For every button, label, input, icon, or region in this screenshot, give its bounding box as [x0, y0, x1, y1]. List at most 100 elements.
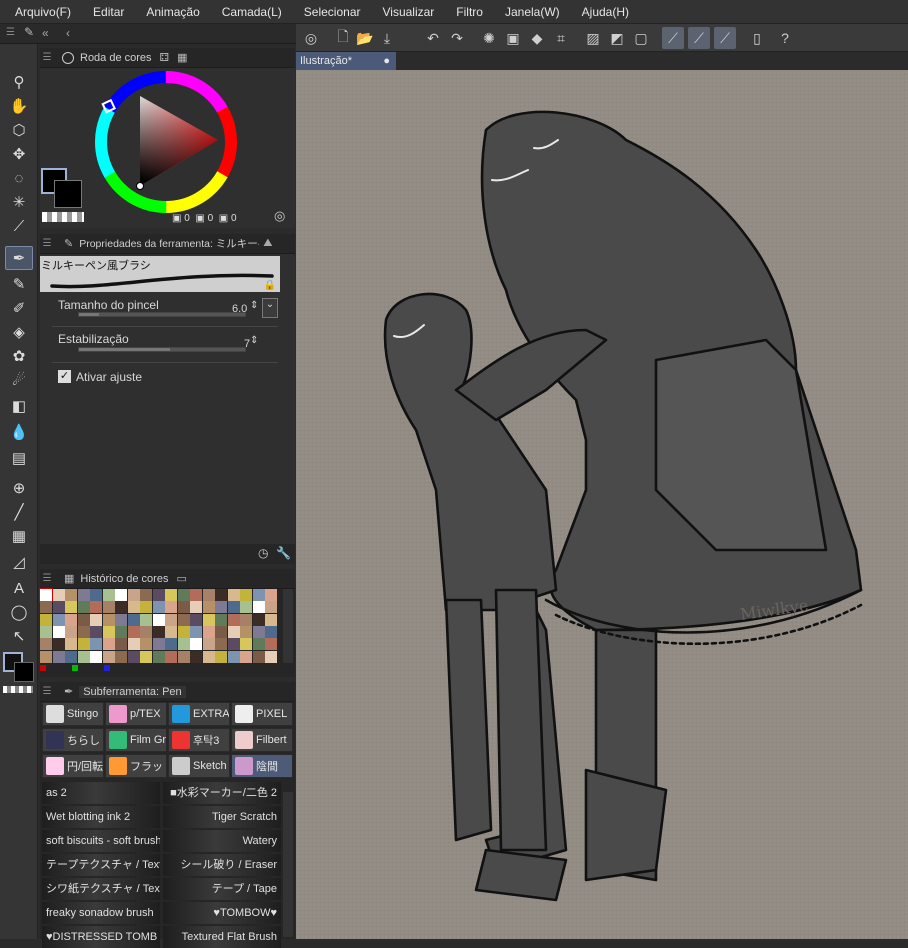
- pencil-icon[interactable]: ✎: [5, 272, 33, 296]
- color-swatch[interactable]: [140, 625, 152, 638]
- color-swatch[interactable]: [40, 625, 52, 638]
- color-swatch[interactable]: [252, 625, 265, 638]
- color-swatch[interactable]: [65, 601, 77, 614]
- subtool-tab-label[interactable]: Subferramenta: Pen: [79, 685, 186, 698]
- color-swatch[interactable]: [152, 601, 165, 614]
- color-swatch[interactable]: [265, 638, 277, 651]
- correct-line-icon[interactable]: ↖: [5, 624, 33, 648]
- color-wheel-tab-label[interactable]: Roda de cores: [80, 52, 152, 64]
- color-swatch[interactable]: [202, 601, 215, 614]
- color-swatch[interactable]: [65, 650, 77, 663]
- color-swatch[interactable]: [165, 625, 177, 638]
- color-swatch[interactable]: [227, 589, 240, 601]
- color-swatch[interactable]: [227, 613, 240, 626]
- subtool-group-button[interactable]: フラット: [105, 754, 167, 778]
- grip-icon[interactable]: ☰: [40, 238, 54, 249]
- brush-row[interactable]: テープテクスチャ / Textur: [42, 854, 160, 876]
- color-swatch[interactable]: [52, 650, 65, 663]
- menu-window[interactable]: Janela(W): [494, 0, 571, 24]
- color-swatch[interactable]: [52, 589, 65, 601]
- color-swatch[interactable]: [177, 650, 190, 663]
- blend-icon[interactable]: 💧: [5, 420, 33, 444]
- sub-color-box[interactable]: [54, 180, 82, 208]
- color-swatch[interactable]: [215, 589, 227, 601]
- color-swatch[interactable]: [52, 613, 65, 626]
- lasso-icon[interactable]: ◌: [5, 166, 33, 190]
- color-swatch[interactable]: [90, 650, 102, 663]
- subtool-group-button[interactable]: 후탁3: [168, 728, 230, 752]
- close-dot-icon[interactable]: ●: [383, 52, 390, 70]
- color-swatch[interactable]: [127, 650, 140, 663]
- canvas[interactable]: Miwlkye: [296, 70, 908, 939]
- color-swatch[interactable]: [102, 589, 115, 601]
- subtool-group-button[interactable]: EXTRA: [168, 702, 230, 726]
- brush-preview[interactable]: ミルキーペン風ブラシ 🔒: [40, 256, 280, 292]
- stopwatch-icon[interactable]: ◷: [258, 546, 268, 560]
- hatch-icon[interactable]: ▨: [582, 27, 604, 49]
- color-swatch[interactable]: [177, 589, 190, 601]
- color-swatch[interactable]: [65, 638, 77, 651]
- wrench-settings-icon[interactable]: 🔧: [276, 546, 291, 560]
- color-swatch[interactable]: [215, 625, 227, 638]
- color-swatch[interactable]: [65, 625, 77, 638]
- brush-row[interactable]: ♥DISTRESSED TOMB: [42, 926, 160, 948]
- eraser-icon[interactable]: ◧: [5, 394, 33, 418]
- color-swatch[interactable]: [190, 638, 202, 651]
- color-swatch[interactable]: [40, 613, 52, 626]
- grip-icon[interactable]: ☰: [40, 573, 54, 584]
- color-swatch[interactable]: [140, 638, 152, 651]
- color-swatch[interactable]: [265, 613, 277, 626]
- color-swatch[interactable]: [202, 650, 215, 663]
- color-swatch[interactable]: [115, 638, 127, 651]
- color-swatch[interactable]: [77, 613, 90, 626]
- color-swatch[interactable]: [265, 601, 277, 614]
- brush-row[interactable]: as 2: [42, 782, 160, 804]
- tablet-icon[interactable]: ▯: [746, 27, 768, 49]
- brush-row[interactable]: soft biscuits - soft brush: [42, 830, 160, 852]
- menu-filter[interactable]: Filtro: [445, 0, 494, 24]
- eyedropper-icon[interactable]: ⟋: [5, 214, 33, 238]
- color-swatch[interactable]: [115, 650, 127, 663]
- color-swatch[interactable]: [215, 613, 227, 626]
- undo-icon[interactable]: ↶: [422, 27, 444, 49]
- grip-icon[interactable]: ☰: [40, 52, 54, 63]
- color-swatch[interactable]: [52, 638, 65, 651]
- open-folder-icon[interactable]: 📂: [354, 27, 376, 49]
- subtool-group-button[interactable]: Filbert: [231, 728, 293, 752]
- brush-row[interactable]: Watery: [163, 830, 281, 852]
- menu-animation[interactable]: Animação: [135, 0, 210, 24]
- subtool-group-button[interactable]: PIXEL: [231, 702, 293, 726]
- brush-size-slider[interactable]: [78, 312, 246, 317]
- brush-row[interactable]: ■水彩マーカー/二色 2: [163, 782, 281, 804]
- lock-icon[interactable]: 🔒: [264, 280, 276, 291]
- color-swatch[interactable]: [152, 613, 165, 626]
- color-swatch[interactable]: [215, 601, 227, 614]
- stabilization-slider[interactable]: [78, 347, 246, 352]
- clear-icon[interactable]: ▣: [502, 27, 524, 49]
- decoration-icon[interactable]: ✿: [5, 344, 33, 368]
- color-slider-tab-icon[interactable]: ▦: [177, 51, 187, 64]
- snap-grid-icon[interactable]: ⟋: [714, 27, 736, 49]
- color-swatch[interactable]: [102, 625, 115, 638]
- color-swatch[interactable]: [240, 601, 252, 614]
- color-wheel[interactable]: [92, 68, 240, 216]
- color-swatch[interactable]: [140, 613, 152, 626]
- color-swatch[interactable]: [40, 601, 52, 614]
- brush-row[interactable]: Textured Flat Brush: [163, 926, 281, 948]
- color-swatch[interactable]: [252, 650, 265, 663]
- brush-tool-icon[interactable]: ✐: [5, 296, 33, 320]
- move-icon[interactable]: ✥: [5, 142, 33, 166]
- figure-icon[interactable]: ⊕: [5, 476, 33, 500]
- menu-file[interactable]: Arquivo(F): [4, 0, 82, 24]
- color-swatch[interactable]: [127, 601, 140, 614]
- airbrush-icon[interactable]: ☄: [5, 368, 33, 392]
- brush-row[interactable]: freaky sonadow brush: [42, 902, 160, 924]
- settings-circle-icon[interactable]: ◎: [274, 208, 285, 224]
- color-swatch[interactable]: [127, 613, 140, 626]
- color-swatch[interactable]: [265, 589, 277, 601]
- color-swatch[interactable]: [127, 625, 140, 638]
- frame-border-icon[interactable]: ▦: [5, 524, 33, 548]
- menu-view[interactable]: Visualizar: [371, 0, 445, 24]
- subtool-group-button[interactable]: p/TEX: [105, 702, 167, 726]
- color-swatch[interactable]: [240, 638, 252, 651]
